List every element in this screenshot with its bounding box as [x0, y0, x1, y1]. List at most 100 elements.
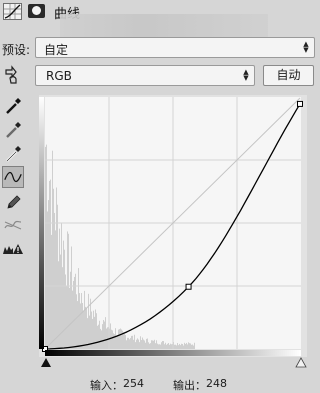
histogram-bar: [97, 325, 98, 349]
histogram-bar: [78, 268, 79, 349]
histogram-bar: [167, 343, 168, 349]
white-input-slider[interactable]: [295, 357, 307, 369]
histogram-bar: [190, 343, 191, 349]
channel-dropdown[interactable]: RGB ▲ ▼: [35, 65, 255, 86]
histogram-bar: [147, 338, 148, 349]
clipping-warning-icon[interactable]: [2, 238, 24, 260]
input-value: 254: [123, 377, 144, 390]
histogram-bar: [130, 338, 131, 349]
histogram-bar: [77, 301, 78, 349]
histogram-bar: [92, 318, 93, 349]
histogram-bar: [57, 204, 58, 349]
histogram-bar: [136, 339, 137, 349]
histogram-bar: [128, 337, 129, 349]
curve-canvas[interactable]: [39, 95, 307, 357]
gray-point-eyedropper-icon[interactable]: [2, 119, 24, 141]
histogram-bar: [59, 228, 60, 349]
histogram-bar: [192, 344, 193, 349]
histogram-bar: [50, 179, 51, 349]
black-point-eyedropper-icon[interactable]: [2, 95, 24, 117]
histogram-bar: [84, 290, 85, 349]
histogram-bar: [177, 342, 178, 349]
histogram-bar: [64, 249, 65, 349]
histogram-bar: [80, 303, 81, 349]
histogram-bar: [55, 230, 56, 349]
histogram-bar: [104, 321, 105, 349]
histogram-bar: [184, 342, 185, 349]
histogram-bar: [113, 333, 114, 349]
histogram-bar: [96, 313, 97, 349]
histogram-bar: [68, 233, 69, 349]
histogram-bar: [75, 273, 76, 349]
histogram-bar: [62, 267, 63, 349]
histogram-bar: [74, 276, 75, 349]
histogram-bar: [146, 338, 147, 349]
histogram-bar: [145, 342, 146, 349]
histogram-bar: [71, 246, 72, 349]
histogram-bar: [161, 342, 162, 349]
histogram-bar: [129, 339, 130, 349]
histogram-bar: [152, 340, 153, 349]
histogram-bar: [120, 328, 121, 349]
layer-mask-icon[interactable]: [28, 4, 45, 18]
histogram-bar: [116, 336, 117, 349]
histogram-bar: [168, 343, 169, 349]
histogram-bar: [149, 343, 150, 349]
histogram-bar: [194, 342, 195, 349]
histogram-bar: [132, 335, 133, 349]
auto-button[interactable]: 自动: [263, 65, 314, 86]
histogram-bar: [155, 343, 156, 349]
histogram-bar: [186, 342, 187, 349]
histogram-bar: [140, 336, 141, 349]
channel-value: RGB: [46, 69, 72, 83]
histogram-bar: [176, 345, 177, 349]
histogram-bar: [111, 329, 112, 349]
histogram-bar: [162, 340, 163, 349]
histogram-bar: [48, 200, 49, 349]
on-image-adjust-icon[interactable]: [2, 64, 24, 86]
histogram-bar: [117, 334, 118, 349]
histogram-bar: [98, 324, 99, 349]
preset-dropdown[interactable]: 自定 ▲ ▼: [35, 37, 315, 58]
histogram-bar: [73, 280, 74, 349]
white-point-eyedropper-icon[interactable]: [2, 143, 24, 165]
histogram-bar: [174, 344, 175, 349]
histogram-bar: [170, 343, 171, 349]
histogram-bar: [118, 329, 119, 349]
curve-graph[interactable]: [39, 95, 307, 357]
black-input-slider[interactable]: [40, 357, 52, 369]
histogram-bar: [53, 188, 54, 349]
curve-points-icon[interactable]: [2, 166, 24, 188]
curve-control-point[interactable]: [296, 100, 303, 107]
histogram-bar: [81, 293, 82, 349]
histogram-bar: [56, 187, 57, 349]
histogram-bar: [47, 211, 48, 349]
histogram-bar: [189, 343, 190, 349]
histogram-bar: [67, 231, 68, 349]
histogram-bar: [79, 293, 80, 349]
histogram-bar: [160, 344, 161, 349]
smooth-curve-icon[interactable]: [2, 214, 24, 236]
histogram-bar: [127, 337, 128, 349]
histogram-bar: [185, 343, 186, 349]
histogram-bar: [179, 343, 180, 349]
histogram-bar: [70, 271, 71, 349]
histogram-bar: [60, 254, 61, 349]
histogram-bar: [119, 329, 120, 349]
pencil-icon[interactable]: [2, 191, 24, 213]
histogram-bar: [153, 340, 154, 349]
histogram-bar: [166, 344, 167, 349]
histogram-bar: [138, 339, 139, 349]
histogram-bar: [51, 234, 52, 349]
histogram-bar: [156, 340, 157, 349]
curve-control-point[interactable]: [185, 283, 192, 290]
histogram-bar: [165, 342, 166, 349]
output-value: 248: [206, 377, 227, 390]
histogram-bar: [193, 345, 194, 349]
histogram-bar: [124, 333, 125, 349]
histogram-bar: [54, 212, 55, 349]
histogram-bar: [45, 146, 46, 349]
chevron-updown-icon: ▲ ▼: [243, 68, 249, 82]
histogram-bar: [106, 328, 107, 349]
curves-adjustment-icon[interactable]: [3, 3, 22, 20]
